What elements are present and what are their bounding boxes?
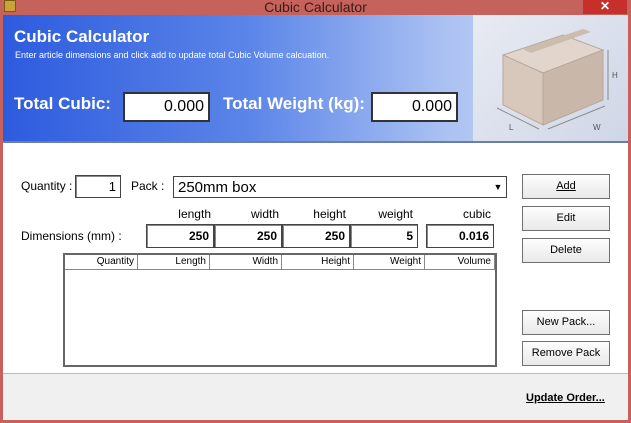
col-weight[interactable]: Weight [354, 255, 425, 269]
update-order-link[interactable]: Update Order... [526, 392, 605, 404]
items-list[interactable]: Quantity Length Width Height Weight Volu… [63, 253, 497, 367]
length-header: length [178, 207, 211, 221]
length-input[interactable]: 250 [146, 224, 214, 248]
total-weight-field: 0.000 [371, 92, 458, 122]
col-volume[interactable]: Volume [425, 255, 495, 269]
pack-selected-value: 250mm box [178, 179, 257, 196]
col-quantity[interactable]: Quantity [65, 255, 138, 269]
remove-pack-button[interactable]: Remove Pack [522, 341, 610, 366]
close-button[interactable]: ✕ [583, 0, 627, 14]
col-height[interactable]: Height [282, 255, 354, 269]
height-letter: H [612, 71, 618, 80]
total-weight-label: Total Weight (kg): [223, 94, 365, 113]
chevron-down-icon[interactable]: ▼ [491, 178, 505, 196]
width-letter: W [593, 123, 601, 132]
delete-button[interactable]: Delete [522, 238, 610, 263]
weight-input[interactable]: 5 [350, 224, 418, 248]
dimensions-label: Dimensions (mm) : [21, 229, 122, 243]
width-input[interactable]: 250 [214, 224, 282, 248]
box-dimensions-image: H W L [473, 15, 628, 141]
height-header: height [313, 207, 346, 221]
window-body: Cubic Calculator Enter article dimension… [3, 15, 628, 420]
col-length[interactable]: Length [138, 255, 210, 269]
add-button[interactable]: Add [522, 174, 610, 199]
list-header: Quantity Length Width Height Weight Volu… [65, 255, 495, 270]
length-letter: L [509, 123, 514, 132]
header-banner: Cubic Calculator Enter article dimension… [3, 15, 628, 143]
total-cubic-field: 0.000 [123, 92, 210, 122]
new-pack-button[interactable]: New Pack... [522, 310, 610, 335]
banner-title: Cubic Calculator [14, 27, 150, 46]
cubic-output: 0.016 [426, 224, 494, 248]
height-input[interactable]: 250 [282, 224, 350, 248]
quantity-label: Quantity : [21, 179, 73, 193]
weight-header: weight [378, 207, 413, 221]
pack-label: Pack : [131, 179, 165, 193]
col-width[interactable]: Width [210, 255, 282, 269]
footer-bar: Update Order... [3, 373, 628, 420]
pack-dropdown[interactable]: 250mm box ▼ [173, 176, 507, 198]
edit-button[interactable]: Edit [522, 206, 610, 231]
width-header: width [250, 207, 279, 221]
cubic-header: cubic [462, 207, 491, 221]
window-title: Cubic Calculator [264, 0, 367, 15]
title-bar: Cubic Calculator ✕ [0, 0, 631, 15]
total-cubic-label: Total Cubic: [14, 94, 111, 113]
banner-subtitle: Enter article dimensions and click add t… [15, 50, 330, 60]
entry-panel: Quantity : 1 Pack : 250mm box ▼ length w… [3, 145, 628, 373]
quantity-input[interactable]: 1 [75, 175, 121, 198]
